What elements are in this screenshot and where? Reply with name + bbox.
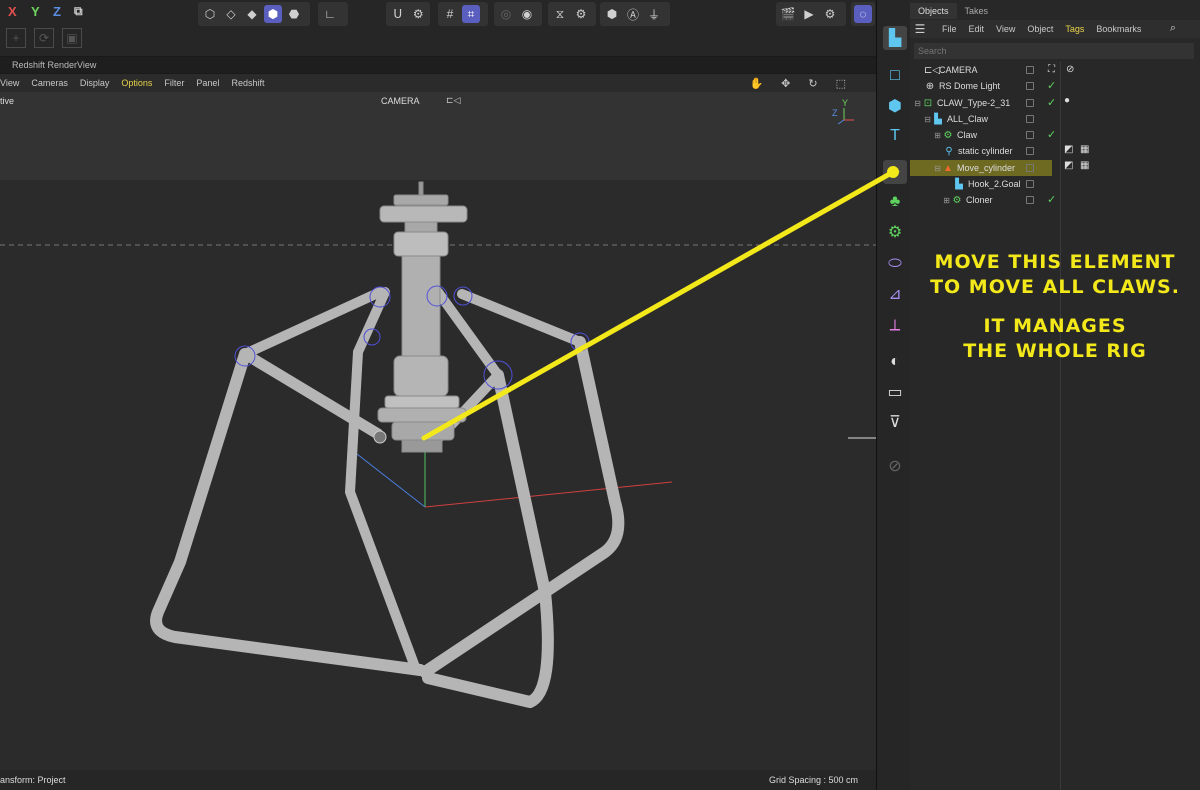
annotation-pointer	[421, 166, 899, 441]
annotation-text: MOVE THIS ELEMENT TO MOVE ALL CLAWS. IT …	[910, 250, 1200, 364]
pointer-dot	[887, 166, 899, 178]
annotation-line-2: TO MOVE ALL CLAWS.	[930, 276, 1180, 298]
annotation-line-1: MOVE THIS ELEMENT	[934, 251, 1176, 273]
pointer-line	[421, 169, 896, 441]
annotation-line-3: IT MANAGES	[983, 315, 1127, 337]
annotation-line-4: THE WHOLE RIG	[963, 340, 1147, 362]
